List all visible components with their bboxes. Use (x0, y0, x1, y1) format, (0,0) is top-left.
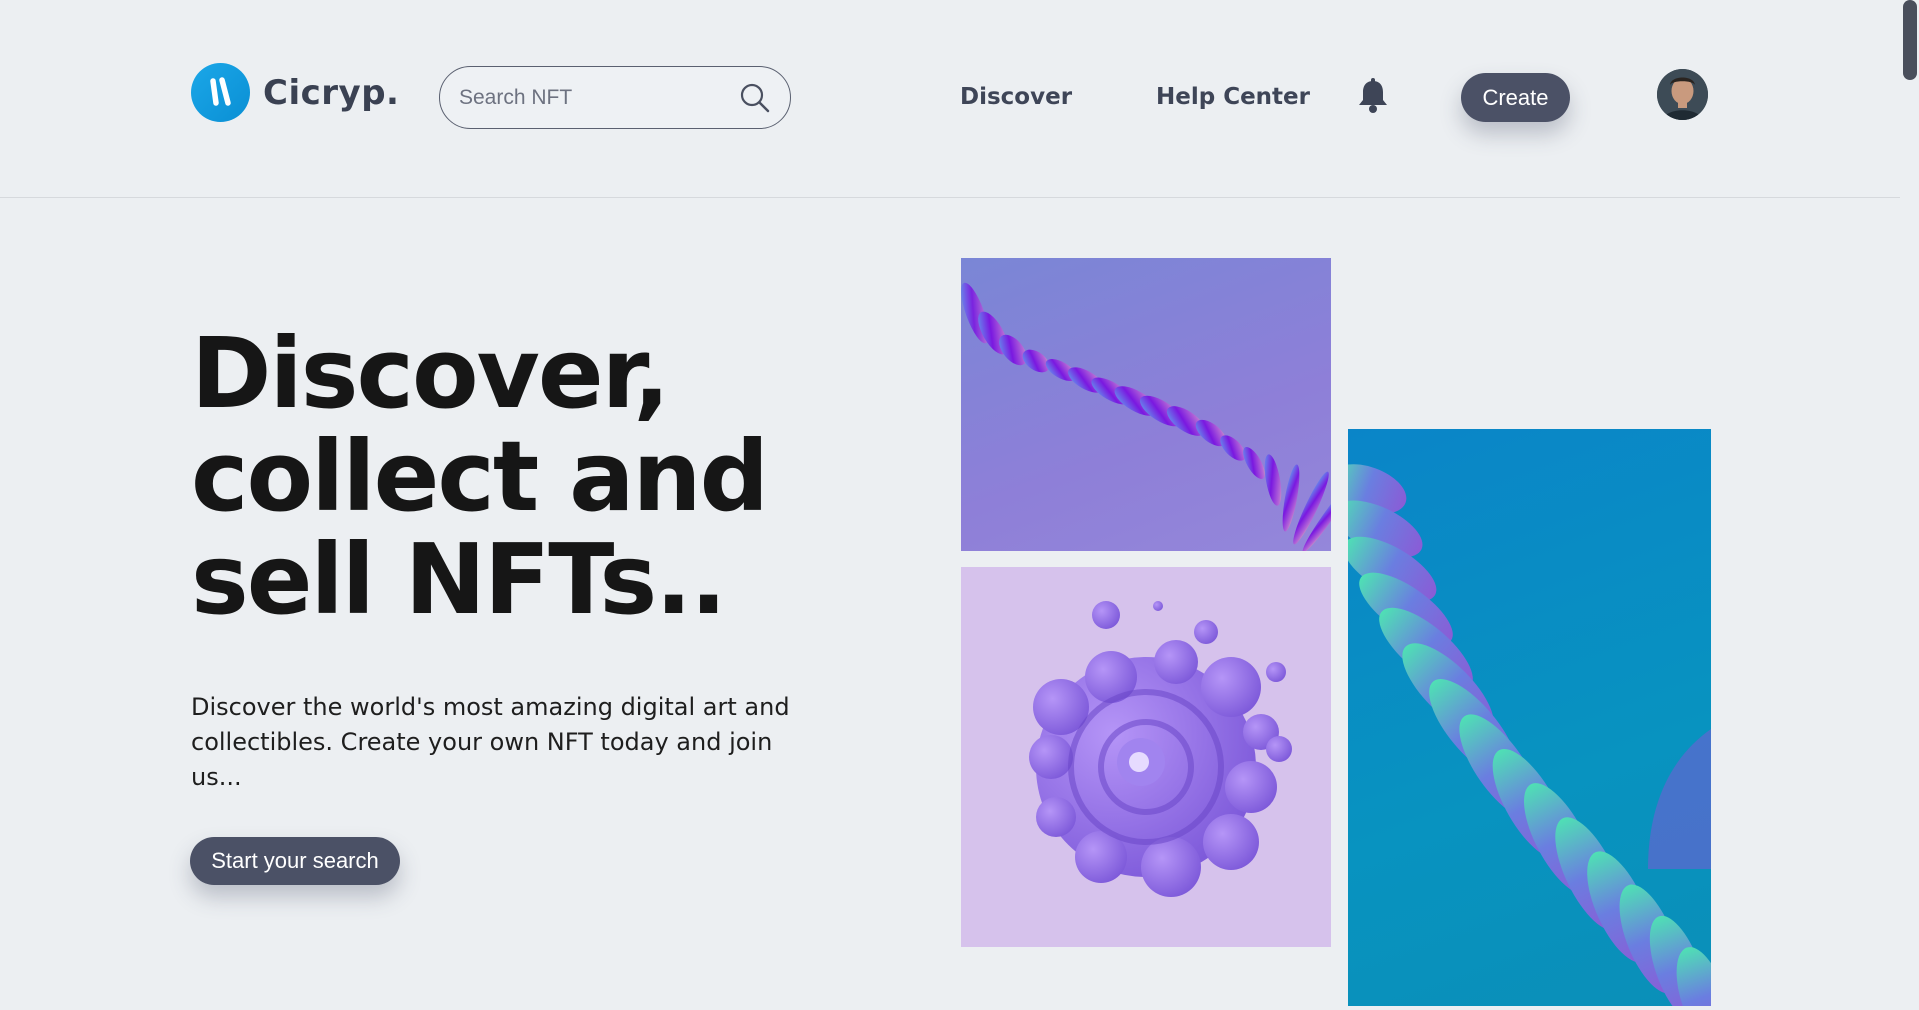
search-box (439, 66, 791, 129)
page-scrollbar[interactable] (1900, 0, 1919, 1010)
logo[interactable]: Cicryp. (191, 63, 399, 122)
nav-discover[interactable]: Discover (960, 84, 1072, 110)
hero-headline: Discover, collect and sell NFTs.. (191, 322, 841, 631)
headline-line: Discover, (191, 317, 670, 430)
logo-icon (191, 63, 250, 122)
create-button[interactable]: Create (1461, 73, 1570, 122)
start-search-button[interactable]: Start your search (190, 837, 400, 885)
search-icon[interactable] (739, 82, 771, 118)
bell-icon[interactable] (1357, 78, 1389, 118)
headline-line: sell NFTs.. (191, 523, 727, 636)
user-avatar[interactable] (1657, 69, 1708, 120)
logo-text: Cicryp. (263, 72, 400, 113)
nft-image-teal-wave[interactable] (1348, 429, 1711, 1006)
nft-image-bubble-swirl[interactable] (961, 567, 1331, 947)
nav-help-center[interactable]: Help Center (1156, 84, 1310, 110)
headline-line: collect and (191, 420, 769, 533)
nft-image-spiral-ribbon[interactable] (961, 258, 1331, 551)
search-input[interactable] (459, 85, 729, 110)
site-header: Cicryp. Discover Help Center Create (0, 0, 1900, 198)
scrollbar-thumb[interactable] (1903, 0, 1917, 80)
hero-description: Discover the world's most amazing digita… (191, 693, 790, 791)
